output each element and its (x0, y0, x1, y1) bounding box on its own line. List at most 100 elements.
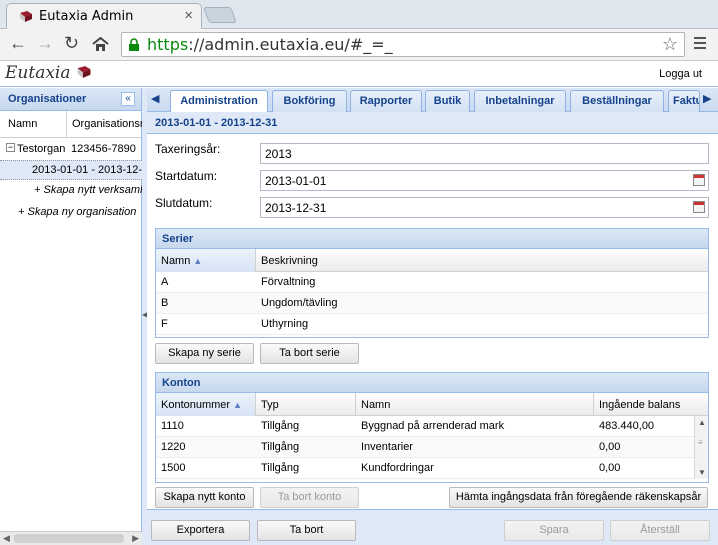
create-fiscal-year-link[interactable]: + Skapa nytt verksamhetsår (0, 181, 142, 201)
scroll-down-icon[interactable]: ▼ (698, 468, 706, 477)
organisations-columns: Namn Organisationsnr (0, 111, 142, 138)
account-balance: 0,00 (599, 462, 621, 474)
browser-menu-icon[interactable] (694, 37, 706, 52)
calendar-icon[interactable] (693, 174, 705, 186)
organisations-title: Organisationer (8, 93, 87, 105)
tab-bestallningar[interactable]: Beställningar (570, 90, 664, 112)
accounts-col-number-label: Kontonummer (161, 399, 231, 411)
accounts-col-type[interactable]: Typ (256, 393, 356, 416)
accounts-columns: Kontonummer ▲ Typ Namn Ingående balans (156, 393, 708, 416)
scroll-grip-icon[interactable]: ≡ (698, 438, 703, 447)
new-tab-button[interactable] (203, 7, 237, 23)
browser-tab[interactable]: Eutaxia Admin × (6, 3, 202, 29)
scroll-left-icon[interactable]: ◀ (3, 533, 10, 544)
save-button[interactable]: Spara (504, 520, 604, 541)
eutaxia-favicon-icon (20, 11, 32, 22)
start-date-label: Startdatum: (155, 169, 218, 183)
export-button[interactable]: Exportera (151, 520, 250, 541)
fiscal-year-row[interactable]: 2013-01-01 - 2013-12-31 (0, 160, 142, 180)
account-row[interactable]: 1220 Tillgång Inventarier 0,00 (156, 437, 708, 458)
account-row[interactable]: 1500 Tillgång Kundfordringar 0,00 (156, 458, 708, 479)
delete-series-button[interactable]: Ta bort serie (260, 343, 359, 364)
accounts-col-number[interactable]: Kontonummer ▲ (156, 393, 256, 416)
series-title: Serier (162, 233, 194, 245)
org-name: Testorgan (17, 143, 66, 155)
reload-icon[interactable]: ↻ (64, 33, 79, 54)
back-icon[interactable]: ← (9, 33, 27, 54)
horizontal-scrollbar[interactable]: ◀ ▶ (0, 531, 142, 545)
account-name: Inventarier (361, 441, 413, 453)
accounts-col-balance[interactable]: Ingående balans (594, 393, 708, 416)
bottom-toolbar: Exportera Ta bort Spara Återställ (147, 509, 718, 545)
tab-fakturor[interactable]: Fakturor (668, 90, 700, 112)
url-text: https://admin.eutaxia.eu/#_=_ (147, 35, 393, 54)
eutaxia-logo: Eutaxia (5, 63, 92, 83)
logout-link[interactable]: Logga ut (659, 68, 702, 80)
tabs-scroll-left-icon[interactable]: ◀ (151, 92, 159, 105)
end-date-label: Slutdatum: (155, 196, 213, 210)
org-row[interactable]: − Testorgan 123456-7890 (0, 140, 142, 160)
tab-administration[interactable]: Administration (170, 90, 268, 113)
org-number: 123456-7890 (71, 143, 136, 155)
scroll-up-icon[interactable]: ▲ (698, 418, 706, 427)
account-balance: 0,00 (599, 441, 621, 453)
collapse-panel-icon[interactable]: « (121, 92, 135, 106)
tab-rapporter[interactable]: Rapporter (350, 90, 422, 112)
series-row[interactable]: B Ungdom/tävling (156, 293, 708, 314)
series-col-name[interactable]: Namn ▲ (156, 249, 256, 272)
accounts-title: Konton (162, 377, 201, 389)
delete-button[interactable]: Ta bort (257, 520, 356, 541)
address-bar[interactable]: https://admin.eutaxia.eu/#_=_ ☆ (121, 32, 685, 57)
bookmark-star-icon[interactable]: ☆ (662, 34, 678, 55)
create-series-button[interactable]: Skapa ny serie (155, 343, 254, 364)
series-col-desc[interactable]: Beskrivning (256, 249, 708, 272)
series-col-desc-label: Beskrivning (261, 255, 318, 267)
series-row[interactable]: F Uthyrning (156, 314, 708, 335)
tab-butik[interactable]: Butik (425, 90, 470, 112)
accounts-scrollbar[interactable]: ▲ ≡ ▼ (694, 416, 708, 479)
col-orgnr-header[interactable]: Organisationsnr (72, 118, 142, 130)
scrollbar-thumb[interactable] (14, 534, 124, 543)
calendar-icon[interactable] (693, 201, 705, 213)
tab-inbetalningar[interactable]: Inbetalningar (474, 90, 566, 112)
forward-icon[interactable]: → (36, 33, 54, 54)
home-icon[interactable] (92, 37, 109, 52)
reset-button[interactable]: Återställ (610, 520, 710, 541)
account-name: Byggnad på arrenderad mark (361, 420, 505, 432)
series-row[interactable]: A Förvaltning (156, 272, 708, 293)
col-name-header[interactable]: Namn (8, 118, 37, 130)
tabs-scroll-right-icon[interactable]: ▶ (703, 92, 711, 105)
create-account-button[interactable]: Skapa nytt konto (155, 487, 254, 508)
account-number: 1500 (161, 462, 186, 474)
fiscal-year-label: 2013-01-01 - 2013-12-31 (32, 164, 142, 176)
series-name: A (161, 276, 169, 288)
end-date-field[interactable]: 2013-12-31 (260, 197, 709, 218)
accounts-col-name[interactable]: Namn (356, 393, 594, 416)
organisations-panel: Organisationer « Namn Organisationsnr − … (0, 88, 142, 545)
create-org-link[interactable]: + Skapa ny organisation (0, 203, 142, 223)
account-type: Tillgång (261, 420, 300, 432)
collapse-tree-icon[interactable]: − (6, 143, 15, 152)
browser-tab-title: Eutaxia Admin (39, 9, 134, 24)
url-scheme: https (147, 35, 189, 54)
create-org-label: + Skapa ny organisation (18, 206, 137, 218)
account-type: Tillgång (261, 441, 300, 453)
close-tab-icon[interactable]: × (184, 7, 193, 24)
accounts-col-type-label: Typ (261, 399, 279, 411)
series-name: B (161, 297, 169, 309)
delete-account-button[interactable]: Ta bort konto (260, 487, 359, 508)
url-rest: ://admin.eutaxia.eu/#_=_ (188, 35, 393, 54)
main-panel: ◀ Administration Bokföring Rapporter But… (147, 88, 718, 545)
series-name: F (161, 318, 168, 330)
create-fiscal-year-label: + Skapa nytt verksamhetsår (34, 184, 142, 196)
account-row[interactable]: 1110 Tillgång Byggnad på arrenderad mark 48… (156, 416, 708, 437)
account-type: Tillgång (261, 462, 300, 474)
tab-bokforing[interactable]: Bokföring (272, 90, 347, 112)
year-field[interactable]: 2013 (260, 143, 709, 164)
scroll-right-icon[interactable]: ▶ (132, 533, 139, 544)
start-date-field[interactable]: 2013-01-01 (260, 170, 709, 191)
period-header: 2013-01-01 - 2013-12-31 (147, 112, 718, 134)
accounts-header: Konton (156, 373, 708, 393)
fetch-opening-data-button[interactable]: Hämta ingångsdata från föregående räkens… (449, 487, 708, 508)
logo-book-icon (77, 66, 91, 78)
